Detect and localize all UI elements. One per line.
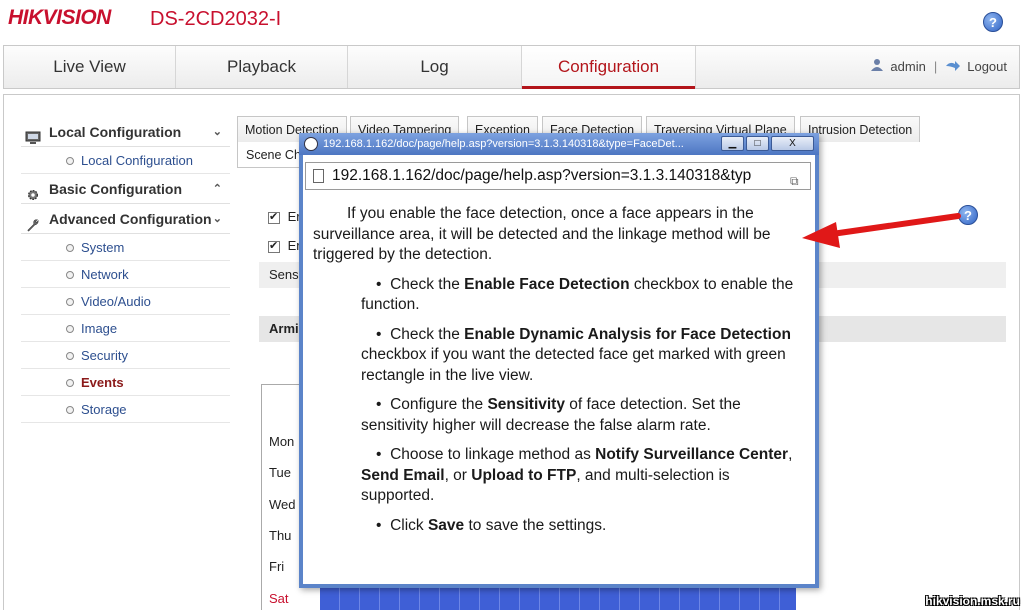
bullet-bold: Upload to FTP bbox=[471, 466, 577, 484]
tab-configuration[interactable]: Configuration bbox=[522, 46, 696, 89]
bullet-text: checkbox if you want the detected face g… bbox=[361, 346, 786, 384]
close-button[interactable]: X bbox=[771, 136, 814, 151]
bullet-dot: • bbox=[376, 325, 382, 343]
bullet-text: , bbox=[788, 446, 793, 463]
username: admin bbox=[890, 59, 926, 74]
sidebar-section-label: Local Configuration bbox=[49, 124, 182, 140]
bullet-dot: • bbox=[376, 275, 382, 293]
sidebar: Local Configuration ⌄ Local Configuratio… bbox=[21, 117, 230, 423]
help-bullet: • Check the Enable Face Detection checkb… bbox=[313, 275, 807, 316]
tab-playback[interactable]: Playback bbox=[176, 46, 348, 88]
tab-log[interactable]: Log bbox=[348, 46, 522, 88]
user-icon bbox=[870, 47, 884, 89]
minimize-button[interactable]: ▁ bbox=[721, 136, 744, 151]
chevron-down-icon: ⌄ bbox=[212, 126, 222, 138]
bullet-dot: • bbox=[376, 396, 382, 413]
sidebar-item-image[interactable]: Image bbox=[21, 315, 230, 342]
bullet-dot: • bbox=[376, 516, 382, 534]
bullet-text: , or bbox=[444, 466, 472, 484]
help-bullet: • Choose to linkage method as Notify Sur… bbox=[313, 445, 807, 507]
sidebar-item-security[interactable]: Security bbox=[21, 342, 230, 369]
sidebar-item-system[interactable]: System bbox=[21, 234, 230, 261]
day-label: Tue bbox=[269, 465, 291, 480]
sidebar-section-local[interactable]: Local Configuration ⌄ bbox=[21, 117, 230, 147]
chevron-down-icon: ⌄ bbox=[212, 213, 222, 225]
tab-live-view[interactable]: Live View bbox=[4, 46, 176, 88]
help-icon[interactable]: ? bbox=[958, 205, 978, 225]
bullet-bold: Save bbox=[427, 516, 465, 534]
main-nav: Live View Playback Log Configuration adm… bbox=[3, 45, 1020, 89]
help-bullet: • Configure the Sensitivity of face dete… bbox=[313, 395, 807, 436]
bullet-text: to save the settings. bbox=[464, 516, 607, 534]
sidebar-item-video-audio[interactable]: Video/Audio bbox=[21, 288, 230, 315]
help-intro: If you enable the face detection, once a… bbox=[313, 205, 771, 263]
chevron-up-icon: ⌃ bbox=[212, 183, 222, 195]
popup-title: 192.168.1.162/doc/page/help.asp?version=… bbox=[323, 138, 684, 150]
enable-dynamic-analysis-checkbox[interactable] bbox=[268, 239, 280, 253]
sidebar-item-network[interactable]: Network bbox=[21, 261, 230, 288]
bullet-text: Choose to linkage method as bbox=[390, 446, 596, 463]
sidebar-item-storage[interactable]: Storage bbox=[21, 396, 230, 423]
watermark: hikvision.msk.ru bbox=[925, 594, 1020, 608]
bullet-dot: • bbox=[376, 446, 382, 463]
bullet-bold: Enable Dynamic Analysis for Face Detecti… bbox=[464, 325, 791, 343]
bullet-text: Click bbox=[390, 516, 428, 534]
logout-link[interactable]: Logout bbox=[967, 59, 1007, 74]
day-label: Sat bbox=[269, 591, 289, 606]
bullet-text: Check the bbox=[390, 325, 465, 343]
day-label: Thu bbox=[269, 528, 292, 543]
user-separator: | bbox=[933, 59, 938, 74]
bullet-bold: Send Email bbox=[361, 466, 445, 484]
day-label: Mon bbox=[269, 434, 295, 449]
help-content: If you enable the face detection, once a… bbox=[313, 204, 807, 536]
security-icon: ⧉ bbox=[790, 174, 799, 188]
gear-icon bbox=[25, 182, 41, 201]
sidebar-section-label: Basic Configuration bbox=[49, 181, 183, 197]
monitor-icon bbox=[25, 125, 41, 144]
enable-face-detection-row: Er bbox=[268, 209, 301, 224]
page-root: HIKVISION DS-2CD2032-I ? Live View Playb… bbox=[0, 0, 1024, 610]
sidebar-section-basic[interactable]: Basic Configuration ⌃ bbox=[21, 174, 230, 204]
enable-face-detection-checkbox[interactable] bbox=[268, 210, 280, 224]
help-bullet: • Click Save to save the settings. bbox=[313, 516, 807, 537]
address-text: 192.168.1.162/doc/page/help.asp?version=… bbox=[332, 167, 752, 184]
device-model: DS-2CD2032-I bbox=[150, 8, 282, 30]
user-box: admin | Logout bbox=[870, 46, 1007, 88]
day-label: Fri bbox=[269, 559, 285, 574]
sidebar-section-advanced[interactable]: Advanced Configuration ⌄ bbox=[21, 204, 230, 234]
bullet-bold: Notify Surveillance Center bbox=[595, 446, 789, 463]
schedule-bar-sat[interactable] bbox=[320, 586, 796, 610]
bullet-text: Configure the bbox=[390, 396, 488, 413]
brand-logo: HIKVISION bbox=[8, 6, 111, 29]
day-label: Wed bbox=[269, 497, 296, 512]
sidebar-item-events[interactable]: Events bbox=[21, 369, 230, 396]
wrench-icon bbox=[25, 212, 41, 232]
page-icon bbox=[313, 169, 324, 183]
bullet-bold: Sensitivity bbox=[487, 396, 565, 413]
help-bullet: • Check the Enable Dynamic Analysis for … bbox=[313, 325, 807, 387]
sidebar-item-local-configuration[interactable]: Local Configuration bbox=[21, 147, 230, 174]
enable-dynamic-analysis-row: Er bbox=[268, 238, 301, 253]
help-icon[interactable]: ? bbox=[983, 12, 1003, 32]
bullet-text: Check the bbox=[390, 275, 465, 293]
address-bar[interactable]: 192.168.1.162/doc/page/help.asp?version=… bbox=[305, 162, 811, 190]
maximize-button[interactable]: □ bbox=[746, 136, 769, 151]
logout-icon[interactable] bbox=[945, 47, 961, 89]
bullet-bold: Enable Face Detection bbox=[464, 275, 630, 293]
sidebar-section-label: Advanced Configuration bbox=[49, 211, 212, 227]
browser-icon bbox=[304, 137, 318, 151]
